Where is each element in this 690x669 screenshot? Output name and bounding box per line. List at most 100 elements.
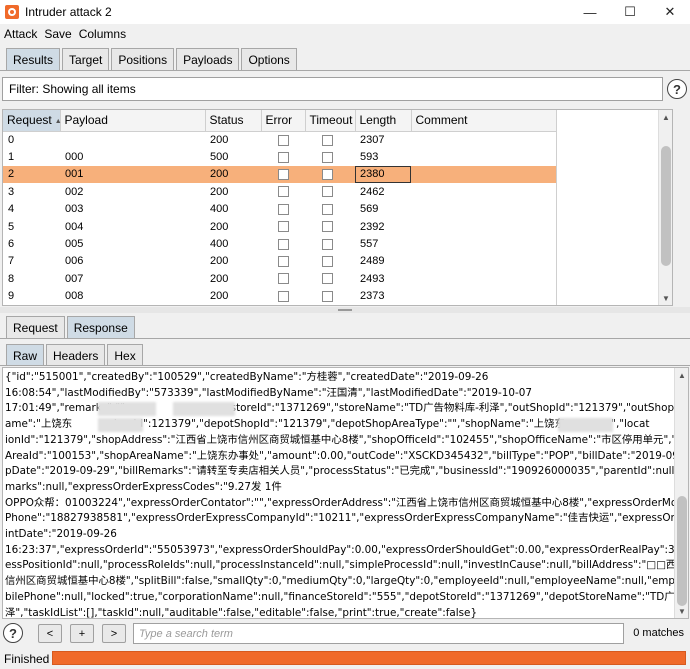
- table-row[interactable]: 0 200 2307: [3, 131, 556, 148]
- cell-request: 4: [8, 203, 15, 216]
- timeout-checkbox[interactable]: [322, 290, 333, 302]
- response-body[interactable]: {"id":"515001","createdBy":"100529","cre…: [2, 367, 689, 619]
- table-row[interactable]: 4 003 400 569: [3, 201, 556, 218]
- cell-length: 2307: [360, 133, 385, 146]
- error-checkbox[interactable]: [278, 290, 289, 302]
- help-icon[interactable]: ?: [667, 79, 687, 99]
- error-checkbox[interactable]: [278, 273, 289, 285]
- cell-length: 593: [360, 151, 379, 164]
- response-scrollbar[interactable]: ▲ ▼: [674, 368, 688, 618]
- tab-options[interactable]: Options: [241, 48, 297, 70]
- timeout-checkbox[interactable]: [322, 273, 333, 285]
- tab-payloads[interactable]: Payloads: [176, 48, 240, 70]
- timeout-checkbox[interactable]: [322, 238, 333, 250]
- cell-length: 2493: [360, 272, 385, 285]
- tab-raw[interactable]: Raw: [6, 344, 45, 366]
- scroll-down-icon[interactable]: ▼: [675, 604, 688, 618]
- redaction-blur: [98, 402, 156, 416]
- search-bar: ? < + > Type a search term 0 matches: [0, 620, 690, 647]
- maximize-icon[interactable]: ☐: [610, 0, 650, 24]
- error-checkbox[interactable]: [278, 186, 289, 198]
- table-row[interactable]: 7 006 200 2489: [3, 253, 556, 270]
- response-line: 信州区商贸城恒基中心8楼","splitBill":false,"smallQt…: [5, 575, 689, 588]
- error-checkbox[interactable]: [278, 203, 289, 215]
- timeout-checkbox[interactable]: [322, 186, 333, 198]
- next-button[interactable]: >: [102, 624, 126, 643]
- menu-attack[interactable]: Attack: [4, 27, 37, 41]
- cell-error: [261, 253, 305, 270]
- window-title: Intruder attack 2: [25, 5, 112, 19]
- cell-request: 6: [8, 238, 15, 251]
- response-line: ionId":"121379","shopAddress":"江西省上饶市信州区…: [5, 433, 689, 446]
- previous-button[interactable]: <: [38, 624, 62, 643]
- timeout-checkbox[interactable]: [322, 134, 333, 146]
- table-row[interactable]: 6 005 400 557: [3, 235, 556, 252]
- cell-request: 5: [8, 220, 15, 233]
- help-icon[interactable]: ?: [3, 623, 23, 643]
- table-row[interactable]: 3 002 200 2462: [3, 183, 556, 200]
- scroll-thumb[interactable]: [661, 146, 671, 266]
- table-row[interactable]: 1 000 500 593: [3, 148, 556, 165]
- tab-request[interactable]: Request: [6, 316, 65, 338]
- scroll-up-icon[interactable]: ▲: [675, 368, 688, 382]
- cell-request: 1: [8, 151, 15, 164]
- cell-error: [261, 131, 305, 148]
- menu-save[interactable]: Save: [44, 27, 71, 41]
- menu-columns[interactable]: Columns: [79, 27, 126, 41]
- column-header-comment[interactable]: Comment: [411, 110, 557, 132]
- search-input[interactable]: Type a search term: [133, 623, 624, 644]
- cell-timeout: [305, 148, 355, 165]
- cell-timeout: [305, 253, 355, 270]
- tab-headers[interactable]: Headers: [46, 344, 106, 366]
- response-line: 泽","taskIdList":[],"taskId":null,"audita…: [5, 606, 478, 619]
- cell-length: 569: [360, 203, 379, 216]
- cell-payload: [60, 131, 205, 148]
- timeout-checkbox[interactable]: [322, 151, 333, 163]
- timeout-checkbox[interactable]: [322, 169, 333, 181]
- error-checkbox[interactable]: [278, 169, 289, 181]
- table-scrollbar[interactable]: ▲ ▼: [658, 110, 672, 305]
- table-row[interactable]: 2 001 200 2380: [3, 165, 556, 184]
- column-header-payload[interactable]: Payload: [60, 110, 206, 132]
- filter-bar[interactable]: Filter: Showing all items: [2, 77, 663, 101]
- table-row[interactable]: 5 004 200 2392: [3, 218, 556, 235]
- add-button[interactable]: +: [70, 624, 94, 643]
- error-checkbox[interactable]: [278, 134, 289, 146]
- cell-length: 2462: [360, 185, 385, 198]
- timeout-checkbox[interactable]: [322, 221, 333, 233]
- error-checkbox[interactable]: [278, 256, 289, 268]
- response-line: 16:08:54","lastModifiedBy":"573339","las…: [5, 386, 532, 399]
- minimize-icon[interactable]: —: [570, 0, 610, 24]
- pane-splitter[interactable]: [0, 307, 690, 313]
- results-grid: Request Payload Status Error Timeout Len…: [3, 110, 557, 305]
- timeout-checkbox[interactable]: [322, 203, 333, 215]
- table-row[interactable]: 8 007 200 2493: [3, 270, 556, 287]
- column-header-length[interactable]: Length: [355, 110, 412, 132]
- tab-results[interactable]: Results: [6, 48, 61, 70]
- error-checkbox[interactable]: [278, 238, 289, 250]
- column-header-error[interactable]: Error: [261, 110, 306, 132]
- cell-comment: [411, 183, 556, 200]
- error-checkbox[interactable]: [278, 221, 289, 233]
- tab-target[interactable]: Target: [62, 48, 110, 70]
- column-header-request[interactable]: Request: [3, 110, 61, 132]
- tab-response[interactable]: Response: [66, 316, 135, 338]
- response-line: marks":null,"expressOrderExpressCodes":"…: [5, 480, 282, 493]
- view-tabs: Raw Headers Hex: [6, 344, 145, 366]
- error-checkbox[interactable]: [278, 151, 289, 163]
- table-row[interactable]: 9 008 200 2373: [3, 288, 556, 305]
- detail-tabs: Request Response: [6, 316, 137, 338]
- tab-positions[interactable]: Positions: [111, 48, 175, 70]
- scroll-down-icon[interactable]: ▼: [659, 291, 672, 305]
- scroll-thumb[interactable]: [677, 496, 687, 606]
- cell-error: [261, 165, 305, 184]
- timeout-checkbox[interactable]: [322, 256, 333, 268]
- tab-hex[interactable]: Hex: [107, 344, 143, 366]
- scroll-up-icon[interactable]: ▲: [659, 110, 672, 124]
- cell-payload: 008: [65, 290, 84, 303]
- column-header-status[interactable]: Status: [205, 110, 262, 132]
- cell-timeout: [305, 270, 355, 287]
- close-icon[interactable]: ✕: [650, 0, 690, 24]
- redaction-blur: [98, 418, 143, 432]
- column-header-timeout[interactable]: Timeout: [305, 110, 356, 132]
